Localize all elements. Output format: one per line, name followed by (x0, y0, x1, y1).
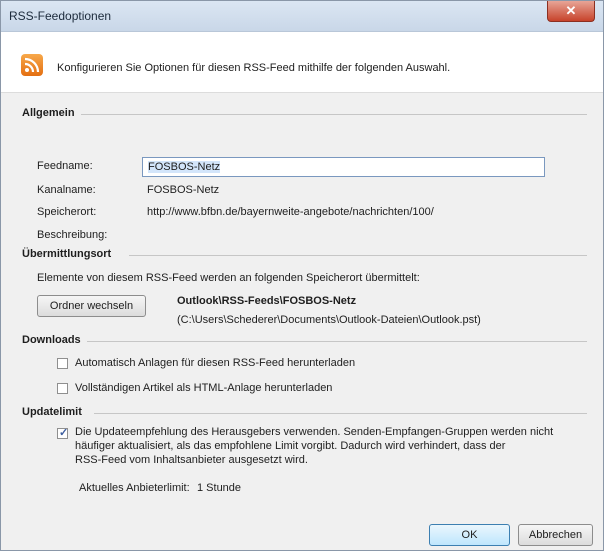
delivery-info: Elemente von diesem RSS-Feed werden an f… (37, 272, 420, 284)
folder-path: Outlook\RSS-Feeds\FOSBOS-Netz (177, 295, 357, 307)
description-label: Beschreibung: (37, 229, 108, 241)
window-title: RSS-Feedoptionen (9, 9, 112, 23)
check-icon: ✓ (59, 427, 69, 439)
delivery-divider (129, 255, 587, 256)
location-label: Speicherort: (37, 206, 97, 218)
ok-button[interactable]: OK (429, 524, 510, 546)
channel-value: FOSBOS-Netz (147, 184, 220, 196)
close-icon: ✕ (565, 3, 577, 18)
close-button[interactable]: ✕ (547, 1, 595, 22)
dialog-header: Konfigurieren Sie Optionen für diesen RS… (1, 32, 603, 93)
update-text-line2: häufiger aktualisiert, als das empfohlen… (75, 440, 506, 452)
full-article-checkbox[interactable] (57, 383, 68, 394)
update-text-line3: RSS-Feed vom Inhaltsanbieter ausgesetzt … (75, 454, 308, 466)
location-value: http://www.bfbn.de/bayernweite-angebote/… (147, 206, 434, 218)
feedname-value: FOSBOS-Netz (148, 161, 221, 173)
use-publisher-recommendation-checkbox[interactable]: ✓ (57, 427, 69, 439)
use-publisher-recommendation-label: Die Updateempfehlung des Herausgebers ve… (75, 425, 590, 467)
change-folder-button[interactable]: Ordner wechseln (37, 295, 146, 317)
current-limit-value: 1 Stunde (197, 482, 242, 494)
options-panel: Allgemein Feedname: FOSBOS-Netz Kanalnam… (1, 93, 603, 550)
update-text-line1: Die Updateempfehlung des Herausgebers ve… (75, 426, 554, 438)
current-limit-label: Aktuelles Anbieterlimit: (79, 482, 190, 494)
full-article-label: Vollständigen Artikel als HTML-Anlage he… (75, 382, 333, 394)
update-divider (94, 413, 587, 414)
file-path: (C:\Users\Schederer\Documents\Outlook-Da… (177, 314, 481, 326)
general-divider (81, 114, 587, 115)
rss-feed-options-dialog: RSS-Feedoptionen ✕ Konfigurieren Sie Opt… (0, 0, 604, 551)
feedname-field[interactable]: FOSBOS-Netz (142, 157, 545, 177)
title-bar[interactable]: RSS-Feedoptionen ✕ (1, 1, 603, 32)
delivery-heading: Übermittlungsort (22, 248, 112, 260)
downloads-divider (87, 341, 587, 342)
channel-label: Kanalname: (37, 184, 96, 196)
header-description: Konfigurieren Sie Optionen für diesen RS… (57, 62, 451, 74)
feedname-label: Feedname: (37, 160, 93, 172)
auto-download-attachments-checkbox[interactable] (57, 358, 68, 369)
general-heading: Allgemein (22, 107, 75, 119)
downloads-heading: Downloads (22, 334, 81, 346)
auto-download-attachments-label: Automatisch Anlagen für diesen RSS-Feed … (75, 357, 356, 369)
update-heading: Updatelimit (22, 406, 82, 418)
cancel-button[interactable]: Abbrechen (518, 524, 593, 546)
rss-icon (21, 54, 43, 76)
